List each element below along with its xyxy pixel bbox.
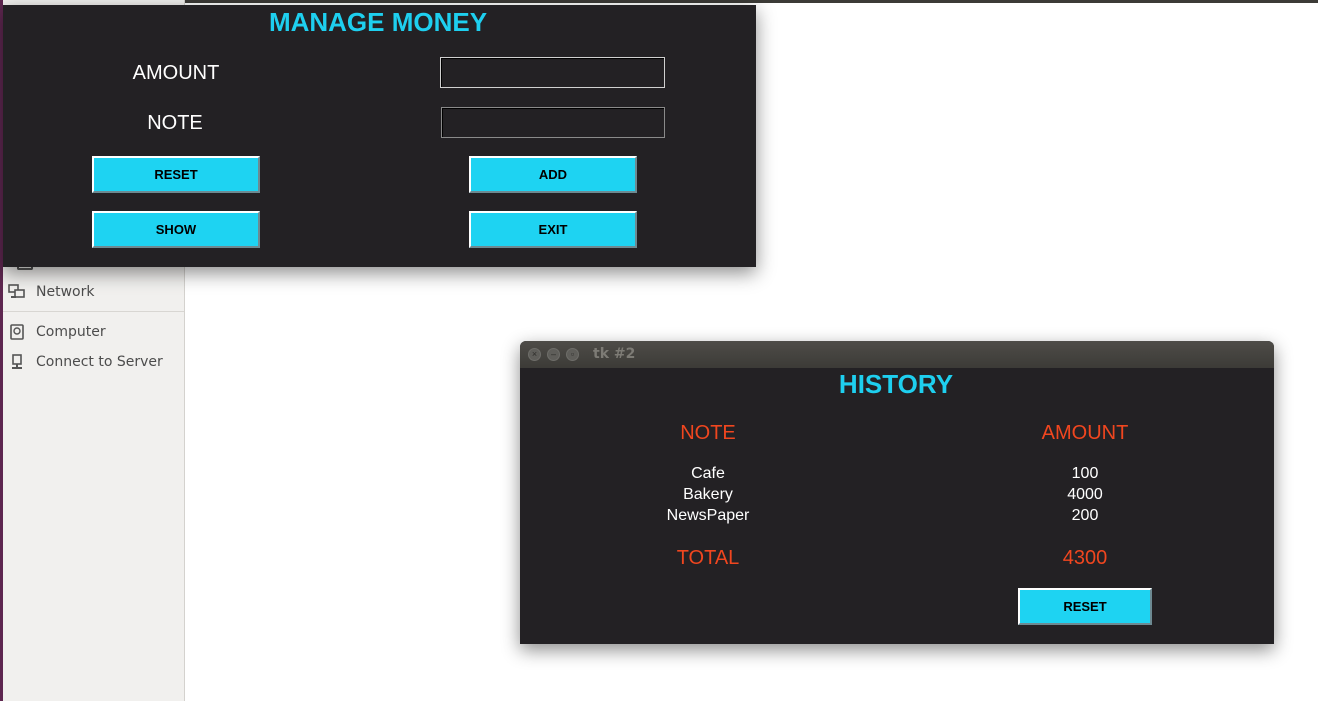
manage-money-window: MANAGE MONEY AMOUNT NOTE RESET ADD SHOW … [3, 5, 756, 267]
sidebar-item-computer[interactable]: Computer [8, 321, 106, 343]
sidebar-item-label: Connect to Server [36, 354, 163, 370]
server-icon [8, 353, 26, 371]
show-button[interactable]: SHOW [92, 211, 260, 248]
amount-label: AMOUNT [132, 62, 220, 84]
note-label: NOTE [147, 112, 203, 134]
history-window: × – ▫ tk #2 HISTORY NOTE AMOUNT Cafe 100… [520, 341, 1274, 644]
computer-icon [8, 323, 26, 341]
close-icon[interactable]: × [528, 348, 541, 361]
sidebar-item-connect-to-server[interactable]: Connect to Server [8, 351, 163, 373]
history-amount-cell: 4000 [1067, 486, 1103, 503]
note-input[interactable] [441, 107, 665, 138]
history-note-cell: Bakery [683, 486, 733, 503]
window-titlebar[interactable]: × – ▫ tk #2 [520, 341, 1274, 368]
history-note-cell: Cafe [691, 465, 725, 482]
exit-button[interactable]: EXIT [469, 211, 637, 248]
sidebar-item-label: Computer [36, 324, 106, 340]
reset-button[interactable]: RESET [92, 156, 260, 193]
history-note-cell: NewsPaper [666, 507, 750, 524]
minimize-icon[interactable]: – [547, 348, 560, 361]
history-title: HISTORY [838, 369, 954, 399]
maximize-icon[interactable]: ▫ [566, 348, 579, 361]
history-amount-cell: 100 [1071, 465, 1099, 482]
sidebar-item-label: Network [36, 284, 95, 300]
amount-column-header: AMOUNT [1041, 422, 1129, 444]
history-amount-cell: 200 [1071, 507, 1099, 524]
network-icon [8, 283, 26, 301]
amount-input[interactable] [440, 57, 665, 88]
total-label: TOTAL [676, 547, 740, 569]
note-column-header: NOTE [680, 422, 736, 444]
sidebar-item-network[interactable]: Network [8, 281, 94, 303]
total-value: 4300 [1062, 547, 1108, 569]
add-button[interactable]: ADD [469, 156, 637, 193]
page-title: MANAGE MONEY [268, 7, 488, 37]
history-reset-button[interactable]: RESET [1018, 588, 1152, 625]
desktop-top-bar [0, 0, 1318, 3]
window-title: tk #2 [593, 346, 636, 362]
sidebar-divider [3, 311, 184, 312]
